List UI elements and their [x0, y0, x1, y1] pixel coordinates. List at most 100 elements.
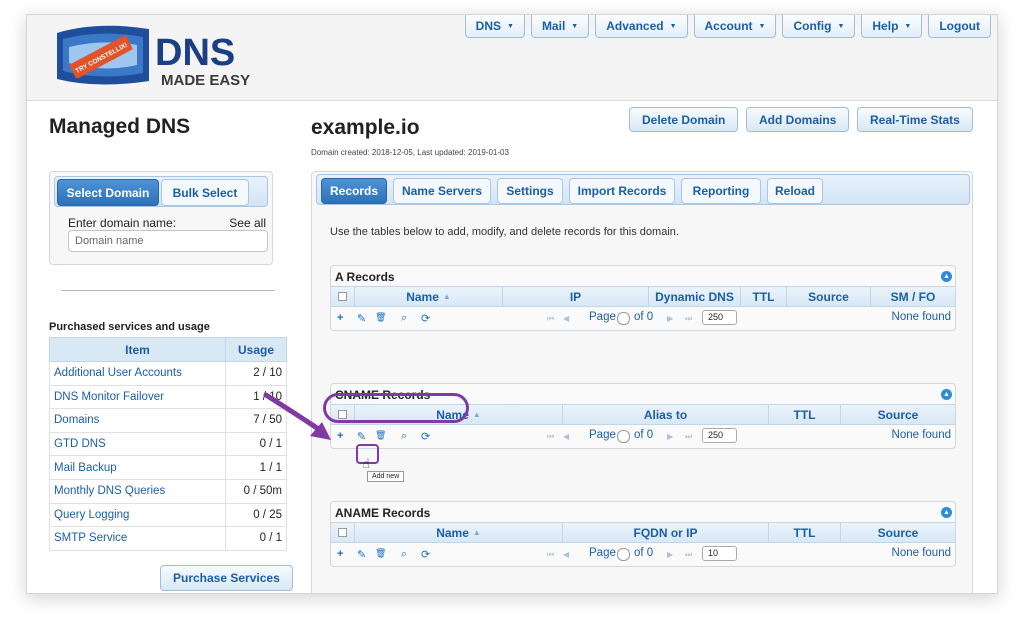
first-page-icon[interactable]: ⏮ [547, 432, 555, 442]
tab-bulk-select[interactable]: Bulk Select [161, 179, 249, 206]
collapse-icon[interactable]: ▲ [941, 271, 952, 282]
add-icon[interactable]: + [337, 548, 343, 560]
select-domain-box: Select Domain Bulk Select Enter domain n… [49, 171, 273, 265]
service-item[interactable]: Additional User Accounts [49, 361, 226, 386]
service-item[interactable]: Query Logging [49, 502, 226, 528]
prev-page-icon[interactable]: ◀ [563, 432, 570, 441]
table-toolbar: + ✎ 🗑 ⌕ ⟳ ⏮ ◀ Page of 0 ▶ ⏭ 10 None foun… [331, 544, 955, 566]
next-page-icon[interactable]: ▶ [667, 550, 674, 559]
col-ttl[interactable]: TTL [769, 405, 841, 424]
last-page-icon[interactable]: ⏭ [685, 314, 693, 324]
delete-domain-button[interactable]: Delete Domain [629, 107, 739, 132]
nav-help[interactable]: Help ▼ [861, 15, 923, 38]
nav-logout[interactable]: Logout [928, 15, 991, 38]
service-item[interactable]: GTD DNS [49, 431, 226, 457]
service-item[interactable]: Monthly DNS Queries [49, 478, 226, 504]
tab-reload[interactable]: Reload [767, 178, 823, 204]
table-row: GTD DNS 0 / 1 [49, 431, 287, 457]
next-page-icon[interactable]: ▶ [667, 432, 674, 441]
edit-icon[interactable]: ✎ [357, 548, 366, 561]
col-source[interactable]: Source [841, 523, 955, 542]
page-number-input[interactable] [617, 548, 630, 561]
delete-icon[interactable]: 🗑 [375, 430, 386, 441]
add-icon[interactable]: + [337, 430, 343, 442]
service-item[interactable]: Domains [49, 408, 226, 433]
col-dynamic-dns[interactable]: Dynamic DNS [649, 287, 741, 306]
dns-made-easy-logo[interactable]: TRY CONSTELLIX! DNS MADE EASY [51, 19, 291, 91]
col-alias-to[interactable]: Alias to [563, 405, 769, 424]
col-name[interactable]: Name ▲ [355, 405, 563, 424]
col-name[interactable]: Name ▲ [355, 287, 503, 306]
select-all-checkbox[interactable] [338, 410, 347, 419]
nav-dns[interactable]: DNS ▼ [464, 15, 525, 38]
col-source[interactable]: Source [787, 287, 871, 306]
add-domains-button[interactable]: Add Domains [746, 107, 850, 132]
collapse-icon[interactable]: ▲ [941, 389, 952, 400]
service-item[interactable]: SMTP Service [49, 526, 226, 551]
tab-records[interactable]: Records [321, 178, 387, 204]
first-page-icon[interactable]: ⏮ [547, 550, 555, 560]
records-panel: Records Name Servers Settings Import Rec… [311, 171, 973, 593]
nav-config[interactable]: Config ▼ [782, 15, 856, 38]
last-page-icon[interactable]: ⏭ [685, 432, 693, 442]
delete-icon[interactable]: 🗑 [375, 548, 386, 559]
service-item[interactable]: DNS Monitor Failover [49, 384, 226, 410]
page-number-input[interactable] [617, 430, 630, 443]
last-page-icon[interactable]: ⏭ [685, 550, 693, 560]
search-icon[interactable]: ⌕ [401, 430, 407, 443]
nav-mail[interactable]: Mail ▼ [530, 15, 590, 38]
tab-select-domain[interactable]: Select Domain [57, 179, 159, 206]
service-item[interactable]: Mail Backup [49, 455, 226, 480]
table-row: DNS Monitor Failover 1 / 10 [49, 384, 287, 410]
top-navigation: DNS ▼ Mail ▼ Advanced ▼ Account ▼ Config ▼ He… [464, 15, 991, 38]
tab-name-servers[interactable]: Name Servers [393, 178, 491, 204]
table-row: Mail Backup 1 / 1 [49, 455, 287, 480]
page-size-select[interactable]: 250 [702, 310, 737, 325]
tab-reporting[interactable]: Reporting [681, 178, 761, 204]
select-all-checkbox[interactable] [338, 528, 347, 537]
pointer-cursor-icon: ☝ [362, 456, 370, 471]
first-page-icon[interactable]: ⏮ [547, 314, 555, 324]
search-icon[interactable]: ⌕ [401, 548, 407, 561]
collapse-icon[interactable]: ▲ [941, 507, 952, 518]
page-title: Managed DNS [49, 115, 191, 138]
select-all-checkbox[interactable] [338, 292, 347, 301]
real-time-stats-button[interactable]: Real-Time Stats [857, 107, 973, 132]
col-ttl[interactable]: TTL [741, 287, 787, 306]
domain-name-input[interactable] [68, 230, 268, 252]
chevron-down-icon: ▼ [571, 22, 579, 30]
nav-advanced[interactable]: Advanced ▼ [595, 15, 688, 38]
domain-meta: Domain created: 2018-12-05, Last updated… [311, 148, 509, 157]
enter-domain-label: Enter domain name: [68, 216, 177, 230]
page-size-select[interactable]: 250 [702, 428, 737, 443]
nav-account[interactable]: Account ▼ [693, 15, 777, 38]
chevron-down-icon: ▼ [904, 22, 912, 30]
refresh-icon[interactable]: ⟳ [421, 430, 430, 443]
col-ttl[interactable]: TTL [769, 523, 841, 542]
chevron-down-icon: ▼ [837, 22, 845, 30]
pager-of-label: of 0 [634, 547, 654, 559]
delete-icon[interactable]: 🗑 [375, 312, 386, 323]
prev-page-icon[interactable]: ◀ [563, 314, 570, 323]
refresh-icon[interactable]: ⟳ [421, 548, 430, 561]
a-records-table: A Records ▲ Name ▲ IP Dynamic DNS TTL Sou… [330, 265, 956, 331]
page-number-input[interactable] [617, 312, 630, 325]
col-sm-fo[interactable]: SM / FO [871, 287, 955, 306]
see-all-link[interactable]: See all [229, 216, 266, 230]
edit-icon[interactable]: ✎ [357, 312, 366, 325]
next-page-icon[interactable]: ▶ [667, 314, 674, 323]
none-found-text: None found [891, 547, 951, 559]
refresh-icon[interactable]: ⟳ [421, 312, 430, 325]
col-ip[interactable]: IP [503, 287, 649, 306]
add-icon[interactable]: + [337, 312, 343, 324]
page-size-select[interactable]: 10 [702, 546, 737, 561]
prev-page-icon[interactable]: ◀ [563, 550, 570, 559]
purchase-services-button[interactable]: Purchase Services [160, 565, 293, 591]
col-source[interactable]: Source [841, 405, 955, 424]
col-name[interactable]: Name ▲ [355, 523, 563, 542]
tab-settings[interactable]: Settings [497, 178, 563, 204]
tab-import-records[interactable]: Import Records [569, 178, 675, 204]
edit-icon[interactable]: ✎ [357, 430, 366, 443]
col-fqdn-or-ip[interactable]: FQDN or IP [563, 523, 769, 542]
search-icon[interactable]: ⌕ [401, 312, 407, 325]
